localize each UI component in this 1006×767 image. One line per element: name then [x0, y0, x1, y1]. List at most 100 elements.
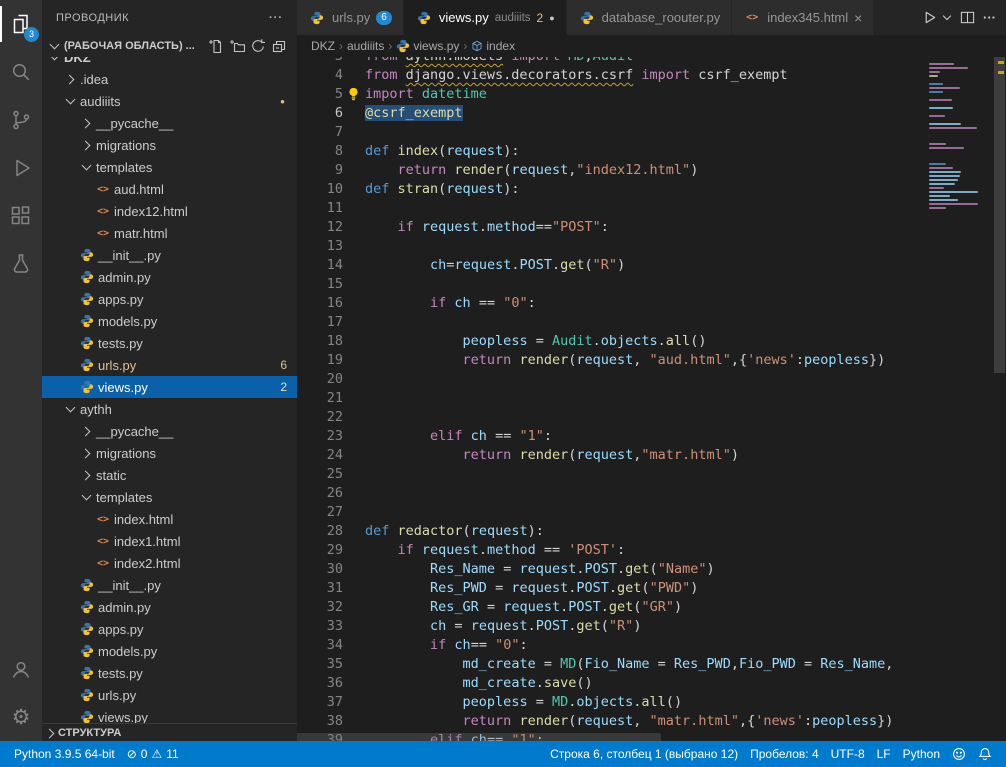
code-line[interactable]: 36 md_create.save() [297, 674, 893, 693]
close-icon[interactable]: × [854, 11, 862, 25]
tree-item-aythh[interactable]: aythh [42, 398, 297, 420]
tree-item-index12.html[interactable]: <>index12.html [42, 200, 297, 222]
settings-gear-icon[interactable]: ⚙ [0, 693, 42, 741]
code-line[interactable]: 4from django.views.decorators.csrf impor… [297, 66, 893, 85]
minimap[interactable] [925, 57, 993, 741]
refresh-icon[interactable] [250, 38, 266, 54]
tree-item-__pycache__[interactable]: __pycache__ [42, 112, 297, 134]
feedback-smiley-icon[interactable] [946, 747, 972, 761]
tree-item-static[interactable]: static [42, 464, 297, 486]
horizontal-scrollbar-slider[interactable] [297, 733, 661, 741]
code-line[interactable]: 17 [297, 313, 893, 332]
code-line[interactable]: 34 if ch== "0": [297, 636, 893, 655]
horizontal-scrollbar[interactable] [297, 731, 925, 741]
code-line[interactable]: 24 return render(request,"matr.html") [297, 446, 893, 465]
code-line[interactable]: 32 Res_GR = request.POST.get("GR") [297, 598, 893, 617]
code-line[interactable]: 20 [297, 370, 893, 389]
tree-item-matr.html[interactable]: <>matr.html [42, 222, 297, 244]
code-line[interactable]: 22 [297, 408, 893, 427]
tree-item-views.py[interactable]: views.py [42, 706, 297, 723]
code-line[interactable]: 9 return render(request,"index12.html") [297, 161, 893, 180]
run-and-debug-icon[interactable] [0, 144, 42, 192]
code-line[interactable]: 26 [297, 484, 893, 503]
code-line[interactable]: 12 if request.method=="POST": [297, 218, 893, 237]
code-line[interactable]: 35 md_create = MD(Fio_Name = Res_PWD,Fio… [297, 655, 893, 674]
code-line[interactable]: 16 if ch == "0": [297, 294, 893, 313]
code-line[interactable]: 38 return render(request, "matr.html",{'… [297, 712, 893, 731]
notifications-bell-icon[interactable] [972, 747, 998, 761]
problems-status[interactable]: ⊘ 0 ⚠ 11 [121, 741, 185, 767]
code-line[interactable]: 23 elif ch == "1": [297, 427, 893, 446]
tree-item-admin.py[interactable]: admin.py [42, 266, 297, 288]
code-line[interactable]: 19 return render(request, "aud.html",{'n… [297, 351, 893, 370]
code-line[interactable]: 8def index(request): [297, 142, 893, 161]
run-python-file-icon[interactable] [922, 10, 937, 25]
code-line[interactable]: 31 Res_PWD = request.POST.get("PWD") [297, 579, 893, 598]
tree-item-aud.html[interactable]: <>aud.html [42, 178, 297, 200]
new-file-icon[interactable] [208, 38, 224, 54]
testing-icon[interactable] [0, 240, 42, 288]
tree-item-models.py[interactable]: models.py [42, 310, 297, 332]
tree-item-tests.py[interactable]: tests.py [42, 662, 297, 684]
workspace-section-header[interactable]: (РАБОЧАЯ ОБЛАСТЬ) ... [42, 35, 297, 57]
vertical-scrollbar-slider[interactable] [994, 57, 1005, 373]
tree-item-admin.py[interactable]: admin.py [42, 596, 297, 618]
tree-item-migrations[interactable]: migrations [42, 442, 297, 464]
code-line[interactable]: 3from aythh.models import MD,Audit [297, 57, 893, 66]
code-line[interactable]: 29 if request.method == 'POST': [297, 541, 893, 560]
code-line[interactable]: 21 [297, 389, 893, 408]
run-dropdown-icon[interactable] [942, 13, 952, 23]
collapse-all-icon[interactable] [271, 38, 287, 54]
code-line[interactable]: 5import datetime [297, 85, 893, 104]
tree-item-apps.py[interactable]: apps.py [42, 618, 297, 640]
tree-item-.idea[interactable]: .idea [42, 68, 297, 90]
tree-item-__init__.py[interactable]: __init__.py [42, 574, 297, 596]
outline-section-header[interactable]: СТРУКТУРА [42, 723, 297, 741]
tree-item-models.py[interactable]: models.py [42, 640, 297, 662]
breadcrumb-item-index[interactable]: index [471, 39, 515, 53]
code-line[interactable]: 33 ch = request.POST.get("R") [297, 617, 893, 636]
language-mode-status[interactable]: Python [897, 747, 946, 761]
encoding-status[interactable]: UTF-8 [825, 747, 871, 761]
code-editor[interactable]: 3from aythh.models import MD,Audit4from … [297, 57, 1006, 741]
tree-item-__init__.py[interactable]: __init__.py [42, 244, 297, 266]
tree-item-tests.py[interactable]: tests.py [42, 332, 297, 354]
accounts-icon[interactable] [0, 645, 42, 693]
code-line[interactable]: 14 ch=request.POST.get("R") [297, 256, 893, 275]
search-icon[interactable] [0, 48, 42, 96]
breadcrumb-item-DKZ[interactable]: DKZ [311, 39, 335, 53]
code-line[interactable]: 10def stran(request): [297, 180, 893, 199]
tree-item-templates[interactable]: templates [42, 156, 297, 178]
code-line[interactable]: 30 Res_Name = request.POST.get("Name") [297, 560, 893, 579]
tree-item-templates[interactable]: templates [42, 486, 297, 508]
code-line[interactable]: 7 [297, 123, 893, 142]
lightbulb-icon[interactable] [348, 87, 359, 101]
tree-item-audiiits[interactable]: audiiits● [42, 90, 297, 112]
indentation-status[interactable]: Пробелов: 4 [744, 747, 825, 761]
tab-views.py[interactable]: views.pyaudiiits2● [404, 0, 567, 35]
tree-item-index1.html[interactable]: <>index1.html [42, 530, 297, 552]
tree-item-urls.py[interactable]: urls.py6 [42, 354, 297, 376]
eol-status[interactable]: LF [871, 747, 897, 761]
tree-item-urls.py[interactable]: urls.py [42, 684, 297, 706]
tree-item-views.py[interactable]: views.py2 [42, 376, 297, 398]
split-editor-icon[interactable] [960, 10, 975, 25]
sidebar-more-actions-icon[interactable]: ··· [269, 12, 283, 24]
tab-database_roouter.py[interactable]: database_roouter.py [567, 0, 733, 35]
code-line[interactable]: 13 [297, 237, 893, 256]
tree-item-__pycache__[interactable]: __pycache__ [42, 420, 297, 442]
breadcrumb-item-views.py[interactable]: views.py [396, 39, 459, 53]
code-line[interactable]: 11 [297, 199, 893, 218]
code-line[interactable]: 25 [297, 465, 893, 484]
python-interpreter-status[interactable]: Python 3.9.5 64-bit [8, 741, 121, 767]
code-line[interactable]: 18 peopless = Audit.objects.all() [297, 332, 893, 351]
tree-item-migrations[interactable]: migrations [42, 134, 297, 156]
cursor-position-status[interactable]: Строка 6, столбец 1 (выбрано 12) [544, 747, 744, 761]
tab-index345.html[interactable]: <>index345.html× [732, 0, 874, 35]
more-actions-icon[interactable]: ··· [983, 10, 996, 25]
tree-item-apps.py[interactable]: apps.py [42, 288, 297, 310]
extensions-icon[interactable] [0, 192, 42, 240]
source-control-icon[interactable] [0, 96, 42, 144]
tab-urls.py[interactable]: urls.py6 [297, 0, 404, 35]
code-line[interactable]: 6@csrf_exempt [297, 104, 893, 123]
